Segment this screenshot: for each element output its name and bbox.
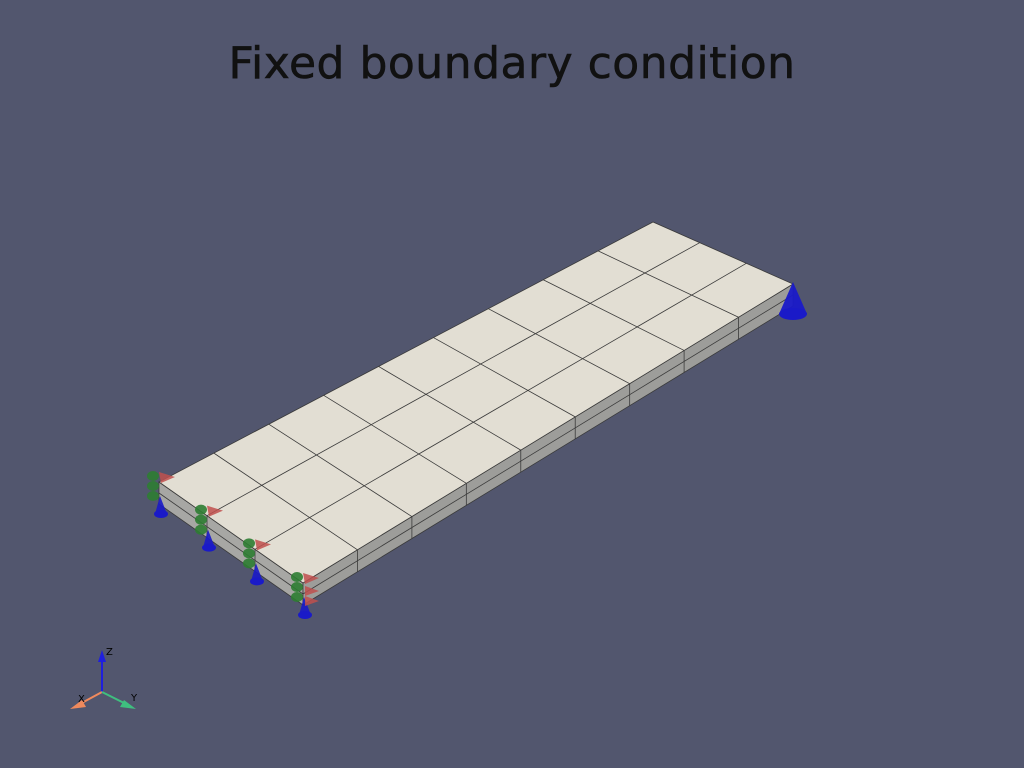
y-constraint-cone [147, 481, 159, 491]
orientation-axes-widget: Z X Y [70, 647, 138, 709]
y-constraint-cone [195, 504, 207, 515]
z-constraint-cone-base [154, 510, 168, 518]
y-constraint-cone [195, 524, 207, 535]
y-constraint-cone [291, 572, 303, 582]
render-viewport[interactable]: Fixed boundary condition Z X Y [0, 0, 1024, 768]
support-cone-base [779, 308, 807, 320]
y-constraint-cone [243, 558, 255, 569]
mesh-scene[interactable]: Z X Y [0, 0, 1024, 768]
beam-mesh [158, 221, 794, 606]
z-axis-arrowhead [98, 650, 106, 662]
y-constraint-cone [147, 491, 159, 501]
y-axis-label: Y [130, 693, 138, 704]
y-constraint-cone [291, 582, 303, 592]
z-axis-label: Z [106, 647, 113, 658]
y-constraint-cone [291, 592, 303, 602]
y-constraint-cone [243, 538, 255, 549]
x-axis-label: X [78, 694, 85, 705]
slab-top-face [158, 221, 794, 584]
z-constraint-cone-base [202, 543, 216, 552]
y-constraint-cone [195, 514, 207, 525]
y-constraint-cone [147, 471, 159, 481]
z-constraint-cone-base [298, 611, 312, 619]
z-constraint-cone-base [250, 577, 264, 586]
y-constraint-cone [243, 548, 255, 559]
